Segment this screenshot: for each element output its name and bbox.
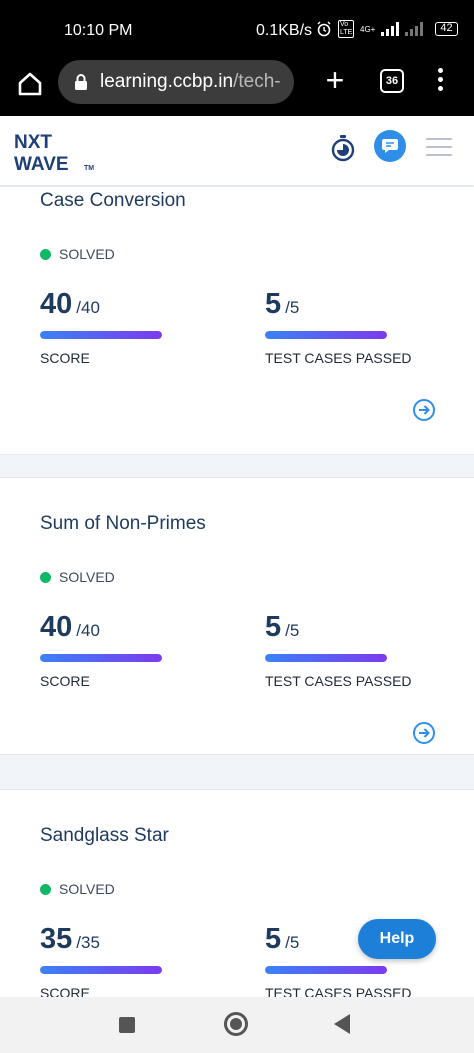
stopwatch-icon[interactable]	[330, 134, 356, 162]
status-data-rate: 0.1KB/s	[256, 22, 313, 39]
question-card: Sum of Non-Primes SOLVED 40/40 SCORE 5/5…	[0, 477, 474, 755]
tests-value: 5	[265, 923, 282, 955]
question-title: Sandglass Star	[40, 825, 169, 846]
status-badge: SOLVED	[40, 569, 115, 585]
home-circle-icon[interactable]	[224, 1012, 248, 1036]
score-progress-fill	[40, 331, 162, 339]
recents-icon[interactable]	[119, 1017, 135, 1033]
score-total: /35	[76, 933, 100, 952]
status-bar: 10:10 PM 0.1KB/s Vo LTE 4G+ 42	[0, 0, 474, 58]
alarm-icon	[317, 21, 331, 37]
status-text: SOLVED	[59, 569, 115, 585]
status-icons: Vo LTE 4G+ 42	[316, 20, 458, 38]
battery-level: 42	[435, 22, 458, 36]
address-bar[interactable]: learning.ccbp.in/tech-	[58, 60, 294, 104]
lock-icon	[75, 74, 87, 90]
tests-progress-bar	[265, 331, 387, 339]
tests-progress-bar	[265, 654, 387, 662]
test-cases-metric: 5/5 TEST CASES PASSED	[265, 288, 412, 366]
url-host: learning.ccbp.in	[100, 71, 234, 92]
question-title: Case Conversion	[40, 190, 186, 211]
tests-progress-fill	[265, 966, 387, 974]
nxtwave-logo[interactable]: NXT WAVE TM	[14, 128, 98, 174]
solved-dot-icon	[40, 883, 51, 895]
question-card: Case Conversion SOLVED 40/40 SCORE 5/5 T…	[0, 187, 474, 455]
url-text: learning.ccbp.in/tech-	[100, 71, 281, 93]
score-label: SCORE	[40, 985, 90, 997]
help-button[interactable]: Help	[358, 919, 436, 959]
tests-label: TEST CASES PASSED	[265, 985, 412, 997]
chat-icon[interactable]	[374, 130, 406, 162]
new-tab-button[interactable]: +	[322, 64, 348, 96]
questions-list: Case Conversion SOLVED 40/40 SCORE 5/5 T…	[0, 187, 474, 997]
more-vert-icon[interactable]	[436, 68, 444, 96]
menu-icon[interactable]	[426, 138, 452, 158]
tests-value: 5	[265, 288, 282, 320]
tab-switcher-button[interactable]: 36	[380, 69, 404, 93]
tests-progress-bar	[265, 966, 387, 974]
volte-label: Vo LTE	[338, 20, 354, 38]
status-text: SOLVED	[59, 881, 115, 897]
tests-label: TEST CASES PASSED	[265, 350, 412, 366]
back-icon[interactable]	[334, 1014, 350, 1034]
logo-tm: TM	[84, 165, 94, 172]
solved-dot-icon	[40, 571, 51, 583]
score-value: 40	[40, 288, 73, 320]
arrow-right-circle-icon[interactable]	[412, 721, 436, 745]
question-title: Sum of Non-Primes	[40, 513, 206, 534]
solved-dot-icon	[40, 248, 51, 260]
score-total: /40	[76, 298, 100, 317]
score-progress-fill	[40, 966, 162, 974]
score-metric: 35/35 SCORE	[40, 923, 162, 997]
score-label: SCORE	[40, 673, 90, 689]
signal-2-icon	[405, 22, 424, 36]
logo-line2: WAVE	[14, 154, 69, 174]
signal-icon	[381, 22, 400, 36]
score-value: 40	[40, 611, 73, 643]
score-label: SCORE	[40, 350, 90, 366]
test-cases-metric: 5/5 TEST CASES PASSED	[265, 611, 412, 689]
tests-progress-fill	[265, 331, 387, 339]
score-progress-fill	[40, 654, 162, 662]
arrow-right-circle-icon[interactable]	[412, 398, 436, 422]
score-value: 35	[40, 923, 73, 955]
tests-progress-fill	[265, 654, 387, 662]
tests-label: TEST CASES PASSED	[265, 673, 412, 689]
tests-total: /5	[285, 621, 300, 640]
home-icon[interactable]	[16, 70, 44, 98]
tests-total: /5	[285, 298, 300, 317]
browser-toolbar: learning.ccbp.in/tech- + 36	[0, 58, 474, 116]
score-metric: 40/40 SCORE	[40, 288, 162, 366]
network-label: 4G+	[360, 24, 376, 34]
score-progress-bar	[40, 331, 162, 339]
tests-value: 5	[265, 611, 282, 643]
score-progress-bar	[40, 966, 162, 974]
system-nav-bar	[0, 997, 474, 1053]
score-metric: 40/40 SCORE	[40, 611, 162, 689]
status-badge: SOLVED	[40, 246, 115, 262]
logo-line1: NXT	[14, 132, 52, 153]
score-progress-bar	[40, 654, 162, 662]
app-header: NXT WAVE TM	[0, 116, 474, 186]
status-text: SOLVED	[59, 246, 115, 262]
status-time: 10:10 PM	[64, 22, 133, 39]
question-card: Sandglass Star SOLVED 35/35 SCORE 5/5 TE…	[0, 789, 474, 997]
tests-total: /5	[285, 933, 300, 952]
score-total: /40	[76, 621, 100, 640]
status-badge: SOLVED	[40, 881, 115, 897]
url-path: /tech-	[233, 71, 281, 92]
